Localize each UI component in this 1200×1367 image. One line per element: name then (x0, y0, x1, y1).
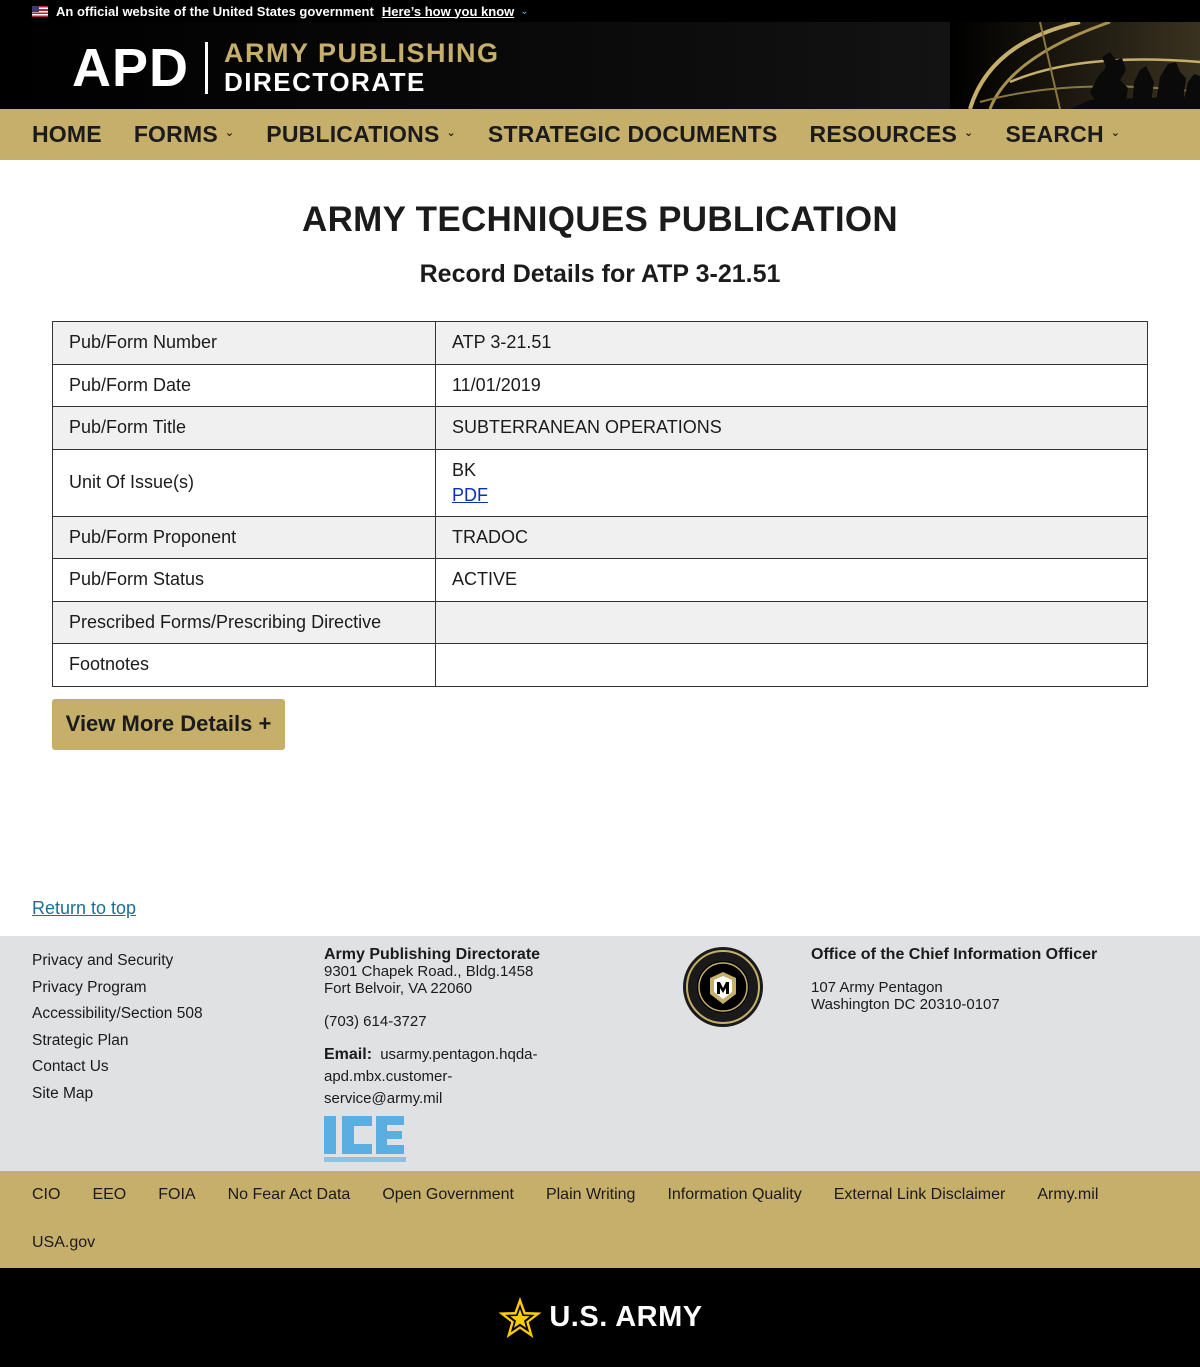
footer-link-strategic-plan[interactable]: Strategic Plan (32, 1028, 203, 1055)
nav-resources[interactable]: RESOURCES ⌄ (810, 121, 974, 148)
chevron-down-icon: ⌄ (1110, 127, 1121, 139)
record-details-table: Pub/Form Number ATP 3-21.51 Pub/Form Dat… (52, 321, 1148, 687)
row-value: TRADOC (435, 515, 1148, 559)
logo-line1: ARMY PUBLISHING (224, 38, 500, 68)
cio-name: Office of the Chief Information Officer (811, 946, 1098, 963)
apd-address-line2: Fort Belvoir, VA 22060 (324, 980, 473, 997)
main-nav: HOME FORMS ⌄ PUBLICATIONS ⌄ STRATEGIC DOCU… (0, 109, 1200, 160)
footer-link-open-government[interactable]: Open Government (382, 1171, 514, 1219)
footer-link-army-mil[interactable]: Army.mil (1037, 1171, 1098, 1219)
nav-label: FORMS (133, 121, 218, 147)
gov-banner: An official website of the United States… (0, 0, 1200, 22)
nav-label: SEARCH (1005, 121, 1104, 147)
nav-forms[interactable]: FORMS ⌄ (134, 121, 234, 148)
main-content: ARMY TECHNIQUES PUBLICATION Record Detai… (0, 200, 1200, 750)
row-label: Prescribed Forms/Prescribing Directive (52, 600, 436, 644)
footer-link-site-map[interactable]: Site Map (32, 1081, 203, 1108)
chevron-down-icon[interactable]: ⌄ (520, 6, 528, 17)
return-to-top-link[interactable]: Return to top (32, 898, 136, 919)
nav-label: STRATEGIC DOCUMENTS (487, 121, 778, 147)
nav-publications[interactable]: PUBLICATIONS ⌄ (266, 121, 456, 148)
row-value: SUBTERRANEAN OPERATIONS (435, 406, 1148, 450)
pdf-link[interactable]: PDF (452, 485, 1131, 506)
chevron-down-icon: ⌄ (446, 127, 456, 139)
apd-logo[interactable]: APD ARMY PUBLISHING DIRECTORATE (72, 37, 500, 98)
row-value (435, 600, 1148, 644)
logo-words: ARMY PUBLISHING DIRECTORATE (224, 38, 500, 97)
logo-abbr: APD (72, 37, 190, 98)
army-star-icon[interactable] (497, 1296, 543, 1340)
row-label: Pub/Form Status (52, 558, 436, 602)
logo-divider (205, 41, 209, 94)
footer-link-no-fear-act[interactable]: No Fear Act Data (228, 1171, 351, 1219)
table-row: Pub/Form Title SUBTERRANEAN OPERATIONS (52, 406, 1148, 450)
gov-banner-text: An official website of the United States… (56, 3, 374, 19)
footer-link-privacy-security[interactable]: Privacy and Security (32, 948, 203, 975)
footer-link-accessibility[interactable]: Accessibility/Section 508 (32, 1001, 203, 1028)
page-subtitle: Record Details for ATP 3-21.51 (419, 260, 781, 288)
ice-logo-icon[interactable] (324, 1114, 406, 1164)
row-value: BK (452, 459, 477, 480)
footer-link-information-quality[interactable]: Information Quality (667, 1171, 801, 1219)
footer-link-eeo[interactable]: EEO (92, 1171, 126, 1219)
row-value: ACTIVE (435, 558, 1148, 602)
nav-home[interactable]: HOME (32, 121, 102, 148)
footer-link-plain-writing[interactable]: Plain Writing (546, 1171, 636, 1219)
row-label: Footnotes (52, 643, 436, 687)
nav-label: HOME (32, 121, 102, 147)
site-header: APD ARMY PUBLISHING DIRECTORATE (0, 22, 1200, 109)
table-row: Pub/Form Date 11/01/2019 (52, 363, 1148, 407)
email-label: Email: (324, 1046, 373, 1063)
row-value: 11/01/2019 (435, 363, 1148, 407)
footer-link-foia[interactable]: FOIA (158, 1171, 195, 1219)
row-label: Pub/Form Title (52, 406, 436, 450)
footer-bottom-links: CIO EEO FOIA No Fear Act Data Open Gover… (0, 1171, 1200, 1268)
nav-strategic-documents[interactable]: STRATEGIC DOCUMENTS (488, 121, 778, 148)
soldiers-globe-art-icon (950, 22, 1200, 109)
footer-link-privacy-program[interactable]: Privacy Program (32, 975, 203, 1002)
footer-link-cio[interactable]: CIO (32, 1171, 60, 1219)
row-value (435, 643, 1148, 687)
table-row: Footnotes (52, 643, 1148, 687)
apd-email-block: Email: usarmy.pentagon.hqda-apd.mbx.cust… (324, 1044, 564, 1110)
nav-label: RESOURCES (809, 121, 958, 147)
heres-how-you-know-link[interactable]: Here’s how you know (382, 4, 514, 19)
us-flag-icon (32, 5, 48, 17)
row-value-cell: BK PDF (435, 448, 1148, 517)
footer-main: Privacy and Security Privacy Program Acc… (0, 936, 1200, 1171)
army-wordmark[interactable]: U.S. ARMY (549, 1301, 702, 1334)
footer-links-list: Privacy and Security Privacy Program Acc… (32, 948, 203, 1107)
row-label: Unit Of Issue(s) (52, 448, 436, 517)
footer-cio-contact: Office of the Chief Information Officer … (811, 946, 1097, 1013)
footer-apd-contact: Army Publishing Directorate 9301 Chapek … (324, 946, 564, 1168)
table-row: Unit Of Issue(s) BK PDF (52, 448, 1148, 517)
chevron-down-icon: ⌄ (964, 127, 974, 139)
footer-link-external-link-disclaimer[interactable]: External Link Disclaimer (834, 1171, 1006, 1219)
row-label: Pub/Form Number (52, 321, 436, 365)
cio-address-line1: 107 Army Pentagon (811, 979, 943, 996)
row-label: Pub/Form Date (52, 363, 436, 407)
nav-label: PUBLICATIONS (266, 121, 440, 147)
apd-name: Army Publishing Directorate (324, 946, 541, 963)
army-footer: U.S. ARMY (0, 1268, 1200, 1367)
table-row: Pub/Form Proponent TRADOC (52, 515, 1148, 559)
footer-link-contact-us[interactable]: Contact Us (32, 1054, 203, 1081)
view-more-details-button[interactable]: View More Details + (52, 698, 285, 750)
row-value: ATP 3-21.51 (435, 321, 1148, 365)
chevron-down-icon: ⌄ (224, 127, 235, 139)
footer-link-usa-gov[interactable]: USA.gov (32, 1219, 95, 1267)
cio-seal-icon (683, 947, 763, 1027)
table-row: Pub/Form Number ATP 3-21.51 (52, 321, 1148, 365)
apd-phone: (703) 614-3727 (324, 1013, 427, 1030)
apd-address-line1: 9301 Chapek Road., Bldg.1458 (324, 963, 534, 980)
table-row: Pub/Form Status ACTIVE (52, 558, 1148, 602)
cio-address-line2: Washington DC 20310-0107 (811, 996, 1000, 1013)
logo-line2: DIRECTORATE (224, 67, 426, 97)
row-label: Pub/Form Proponent (52, 515, 436, 559)
nav-search[interactable]: SEARCH ⌄ (1005, 121, 1120, 148)
table-row: Prescribed Forms/Prescribing Directive (52, 600, 1148, 644)
page-title: ARMY TECHNIQUES PUBLICATION (302, 200, 898, 239)
